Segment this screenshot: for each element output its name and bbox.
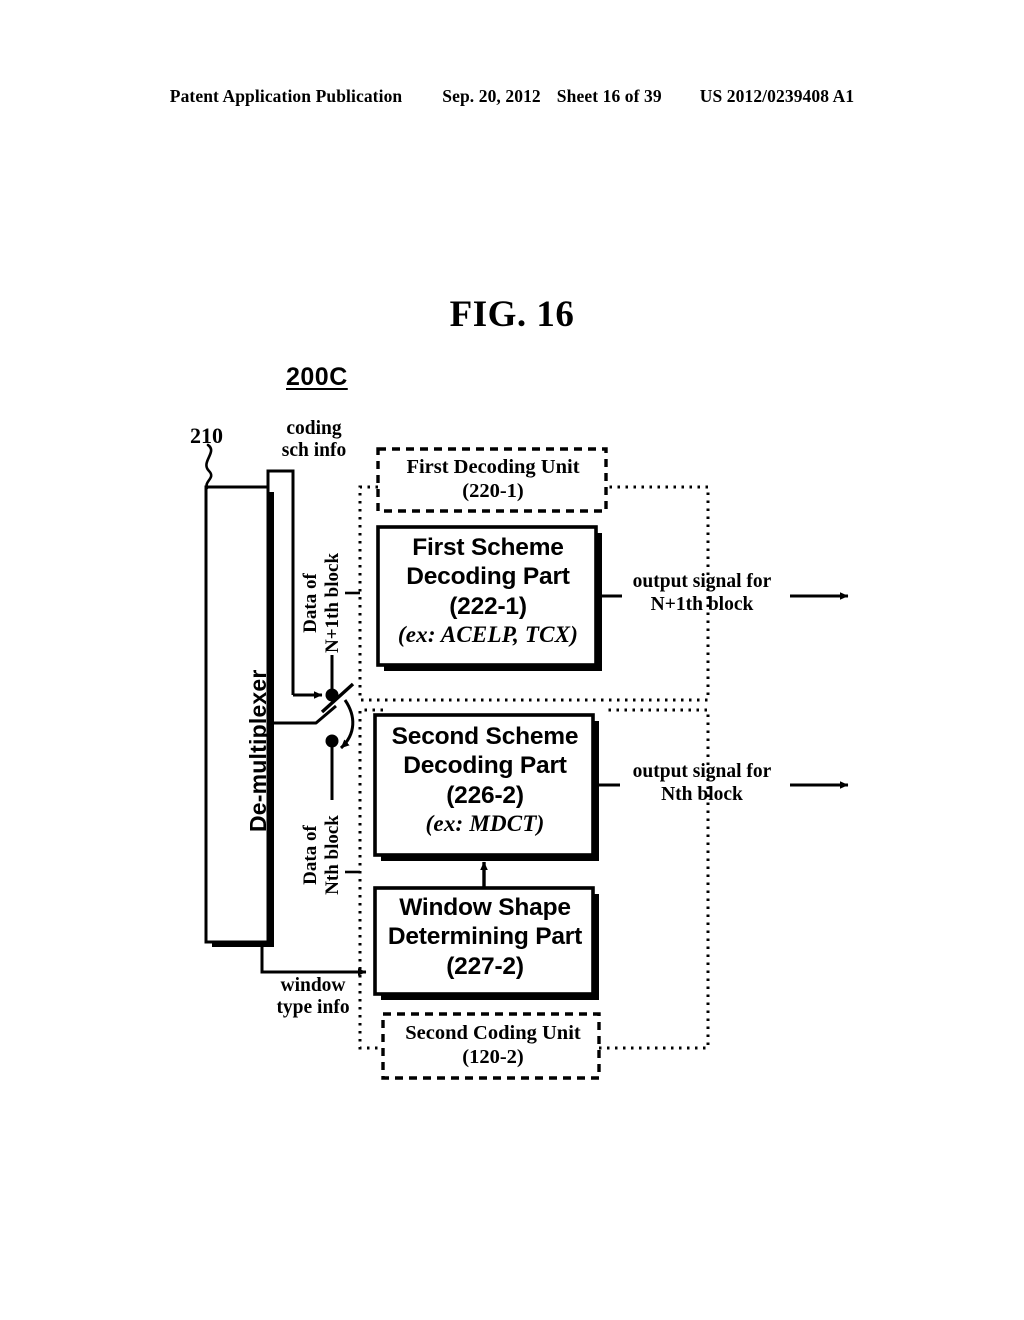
second-scheme-example: (ex: MDCT) bbox=[425, 811, 545, 837]
ref-numeral-210: 210 bbox=[190, 423, 223, 448]
second-scheme-line1: Second Scheme bbox=[391, 723, 579, 750]
second-scheme-decoding-part-text: Second Scheme Decoding Part (226-2) (ex:… bbox=[375, 722, 595, 839]
first-decoding-unit-ref: (220-1) bbox=[462, 480, 524, 503]
first-scheme-decoding-part-text: First Scheme Decoding Part (222-1) (ex: … bbox=[378, 533, 598, 650]
coding-scheme-info-line1: coding bbox=[286, 418, 342, 439]
coding-scheme-info-line2: sch info bbox=[281, 440, 347, 462]
second-scheme-line2: Decoding Part bbox=[403, 752, 567, 780]
first-decoding-unit-caption: First Decoding Unit (220-1) bbox=[383, 455, 603, 503]
window-type-info-label: window type info bbox=[253, 975, 373, 1019]
window-shape-ref: (227-2) bbox=[446, 952, 524, 980]
output-signal-2-line2: Nth block bbox=[661, 784, 743, 806]
data-nth-block-label: Data of Nth block bbox=[300, 790, 343, 920]
data-n-plus-1-line1: Data of bbox=[300, 573, 321, 633]
window-type-info-line2: type info bbox=[276, 997, 350, 1019]
second-coding-unit-ref: (120-2) bbox=[462, 1046, 524, 1069]
data-n-plus-1-line2: N+1th block bbox=[321, 552, 343, 654]
window-type-info-line1: window bbox=[280, 975, 346, 996]
data-n-plus-1-block-label: Data of N+1th block bbox=[300, 533, 343, 673]
output-signal-1-line1: output signal for bbox=[632, 571, 772, 592]
figure-diagram bbox=[204, 443, 849, 1080]
output-signal-2-line1: output signal for bbox=[632, 761, 772, 782]
coding-scheme-info-label: coding sch info bbox=[259, 418, 369, 462]
first-scheme-line1: First Scheme bbox=[412, 534, 564, 561]
first-decoding-unit-name: First Decoding Unit bbox=[406, 456, 580, 478]
second-coding-unit-caption: Second Coding Unit (120-2) bbox=[383, 1021, 603, 1069]
first-scheme-ref: (222-1) bbox=[449, 592, 527, 620]
output-signal-1-line2: N+1th block bbox=[650, 594, 754, 616]
window-shape-line1: Window Shape bbox=[399, 894, 571, 921]
output-signal-2-label: output signal for Nth block bbox=[617, 760, 787, 807]
window-shape-line2: Determining Part bbox=[387, 923, 583, 951]
data-nth-line2: Nth block bbox=[321, 815, 343, 895]
second-scheme-ref: (226-2) bbox=[446, 781, 524, 809]
first-scheme-line2: Decoding Part bbox=[406, 563, 570, 591]
demultiplexer-label: De-multiplexer bbox=[245, 669, 271, 832]
window-shape-determining-part-text: Window Shape Determining Part (227-2) bbox=[375, 893, 595, 981]
second-coding-unit-name: Second Coding Unit bbox=[405, 1022, 581, 1044]
first-scheme-example: (ex: ACELP, TCX) bbox=[397, 622, 579, 648]
scheme-selector-switch[interactable] bbox=[320, 655, 355, 800]
window-type-info-path bbox=[260, 942, 367, 976]
ref-210-leader bbox=[205, 443, 213, 490]
output-signal-1-label: output signal for N+1th block bbox=[617, 570, 787, 617]
data-nth-line1: Data of bbox=[300, 825, 321, 885]
system-label-200c: 200C bbox=[286, 363, 348, 391]
